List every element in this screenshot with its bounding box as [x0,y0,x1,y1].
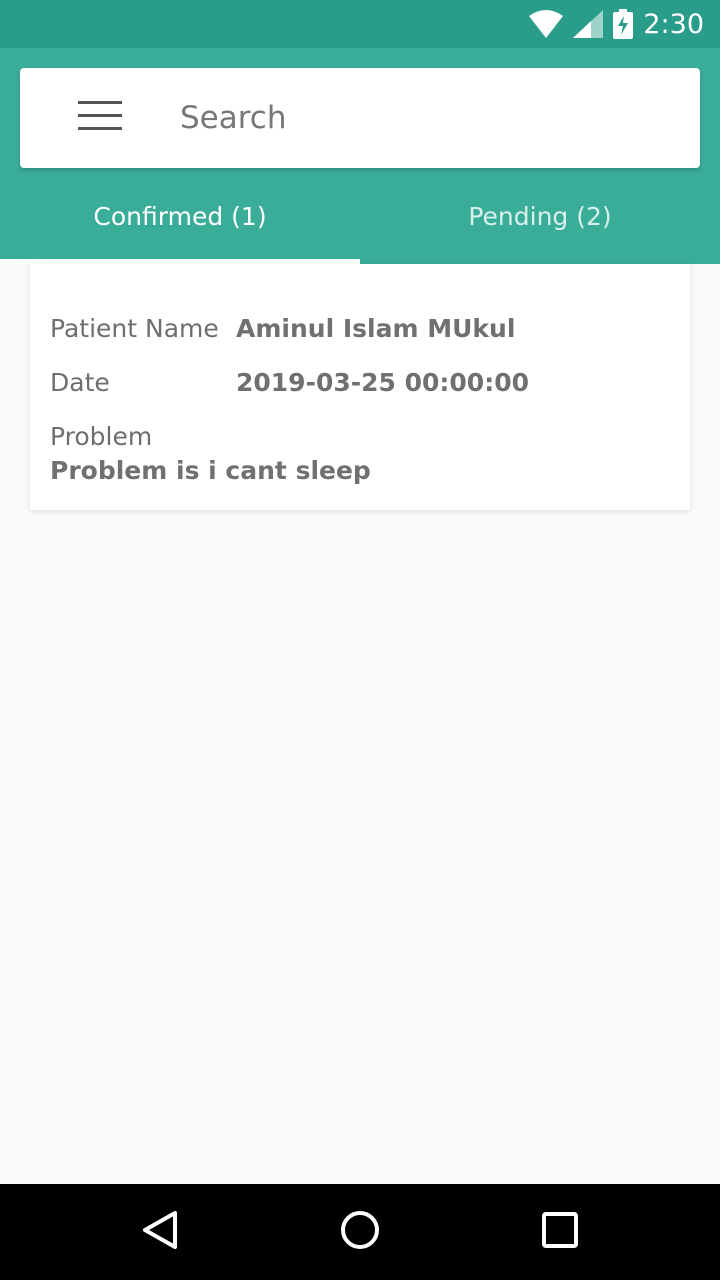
date-value: 2019-03-25 00:00:00 [236,368,529,397]
tab-pending[interactable]: Pending (2) [360,168,720,264]
menu-button[interactable] [20,68,180,168]
date-label: Date [50,368,110,397]
search-bar [20,68,700,168]
appointment-list: Patient Name Aminul Islam MUkul Date 201… [0,264,720,1184]
search-input[interactable] [180,88,660,148]
patient-name-value: Aminul Islam MUkul [236,314,516,343]
battery-charging-icon [613,9,634,39]
hamburger-menu-icon [78,101,122,135]
tab-bar: Confirmed (1) Pending (2) [0,168,720,264]
back-triangle-icon [142,1210,178,1254]
home-circle-icon [340,1210,380,1254]
navigation-bar [0,1184,720,1280]
recents-square-icon [542,1212,578,1252]
back-button[interactable] [136,1208,184,1256]
recents-button[interactable] [536,1208,584,1256]
status-time: 2:30 [643,8,704,40]
home-button[interactable] [336,1208,384,1256]
problem-label: Problem [50,422,153,451]
app-header: Confirmed (1) Pending (2) [0,48,720,264]
signal-icon [573,10,604,38]
wifi-icon [529,10,564,38]
patient-name-label: Patient Name [50,314,219,343]
problem-value: Problem is i cant sleep [50,456,371,485]
status-bar: 2:30 [0,0,720,48]
tab-confirmed[interactable]: Confirmed (1) [0,168,360,264]
appointment-card[interactable]: Patient Name Aminul Islam MUkul Date 201… [30,264,690,510]
